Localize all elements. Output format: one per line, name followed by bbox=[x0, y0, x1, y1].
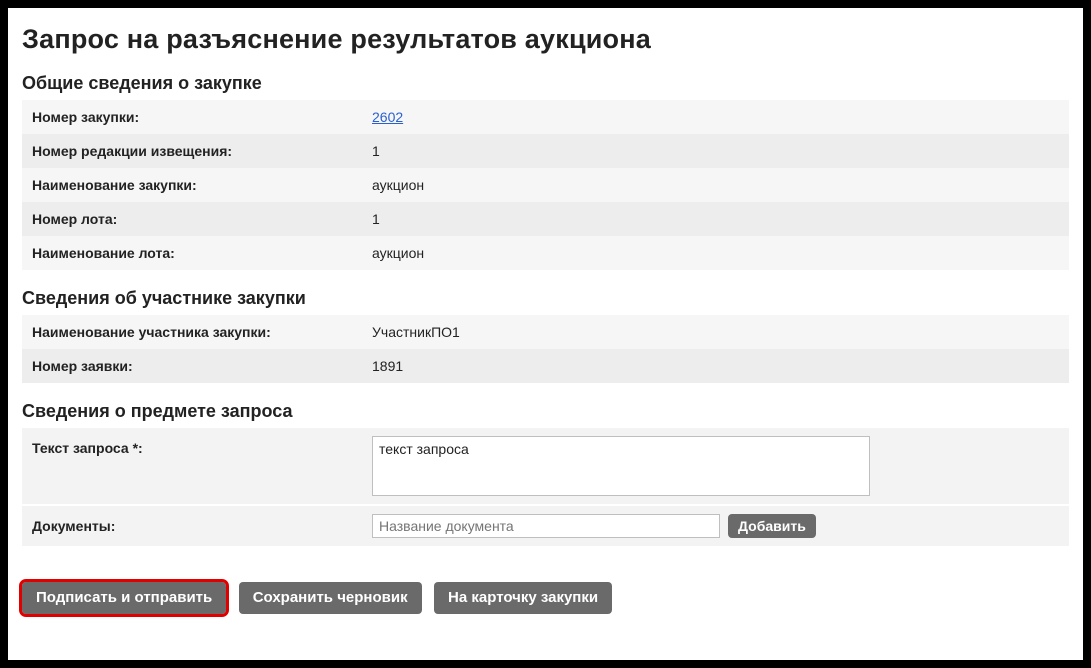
label-request-text: Текст запроса *: bbox=[32, 436, 372, 456]
value-notice-revision: 1 bbox=[362, 134, 1069, 168]
value-lot-number: 1 bbox=[362, 202, 1069, 236]
row-notice-revision: Номер редакции извещения: 1 bbox=[22, 134, 1069, 168]
section-title-request: Сведения о предмете запроса bbox=[22, 401, 1069, 422]
row-purchase-number: Номер закупки: 2602 bbox=[22, 100, 1069, 134]
value-purchase-name: аукцион bbox=[362, 168, 1069, 202]
value-application-number: 1891 bbox=[362, 349, 1069, 383]
row-purchase-name: Наименование закупки: аукцион bbox=[22, 168, 1069, 202]
sign-and-send-button[interactable]: Подписать и отправить bbox=[22, 582, 226, 614]
section-title-general: Общие сведения о закупке bbox=[22, 73, 1069, 94]
value-participant-name: УчастникПО1 bbox=[362, 315, 1069, 349]
row-participant-name: Наименование участника закупки: Участник… bbox=[22, 315, 1069, 349]
actions-bar: Подписать и отправить Сохранить черновик… bbox=[22, 582, 1069, 614]
row-lot-name: Наименование лота: аукцион bbox=[22, 236, 1069, 270]
document-name-input[interactable] bbox=[372, 514, 720, 538]
link-purchase-number[interactable]: 2602 bbox=[372, 109, 403, 125]
row-documents: Документы: Добавить bbox=[22, 506, 1069, 546]
label-participant-name: Наименование участника закупки: bbox=[22, 315, 362, 349]
to-purchase-card-button[interactable]: На карточку закупки bbox=[434, 582, 612, 614]
label-application-number: Номер заявки: bbox=[22, 349, 362, 383]
label-documents: Документы: bbox=[32, 518, 372, 534]
page-title: Запрос на разъяснение результатов аукцио… bbox=[22, 24, 1069, 55]
value-lot-name: аукцион bbox=[362, 236, 1069, 270]
row-lot-number: Номер лота: 1 bbox=[22, 202, 1069, 236]
label-notice-revision: Номер редакции извещения: bbox=[22, 134, 362, 168]
row-request-text: Текст запроса *: bbox=[22, 428, 1069, 504]
row-application-number: Номер заявки: 1891 bbox=[22, 349, 1069, 383]
add-document-button[interactable]: Добавить bbox=[728, 514, 816, 538]
request-text-input[interactable] bbox=[372, 436, 870, 496]
save-draft-button[interactable]: Сохранить черновик bbox=[239, 582, 422, 614]
label-lot-number: Номер лота: bbox=[22, 202, 362, 236]
label-purchase-number: Номер закупки: bbox=[22, 100, 362, 134]
general-info-table: Номер закупки: 2602 Номер редакции извещ… bbox=[22, 100, 1069, 270]
participant-info-table: Наименование участника закупки: Участник… bbox=[22, 315, 1069, 383]
section-title-participant: Сведения об участнике закупки bbox=[22, 288, 1069, 309]
label-purchase-name: Наименование закупки: bbox=[22, 168, 362, 202]
label-lot-name: Наименование лота: bbox=[22, 236, 362, 270]
